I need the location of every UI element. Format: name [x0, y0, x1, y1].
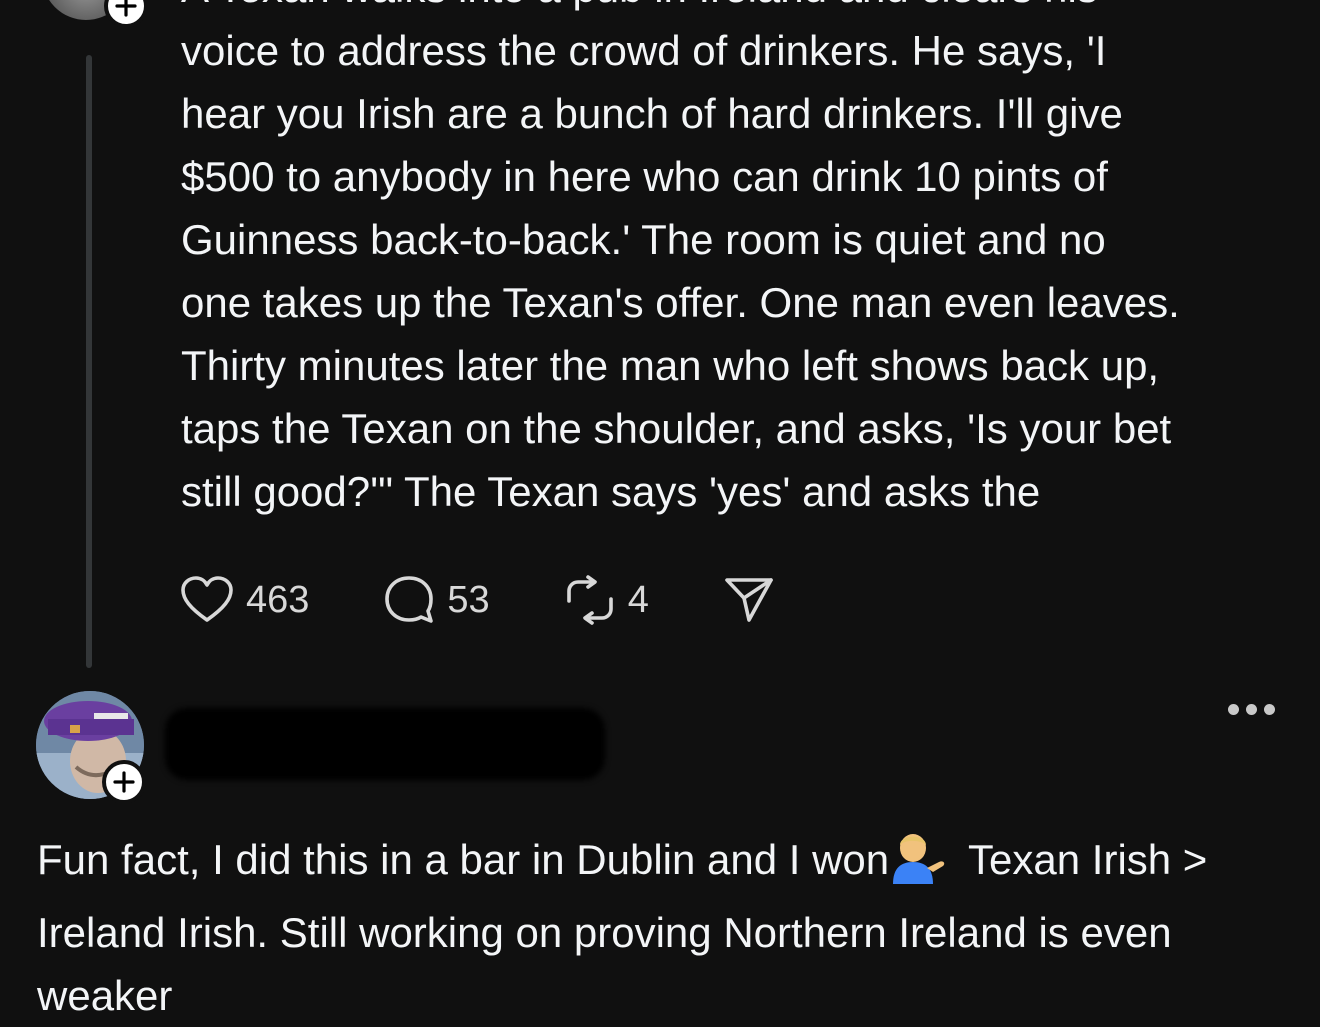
like-button[interactable]: 463: [180, 575, 309, 625]
reply-button[interactable]: 53: [383, 574, 490, 626]
thread-connector-line: [86, 55, 92, 668]
share-button[interactable]: [723, 574, 775, 626]
post-body-text: A Texan walks into a pub in Ireland and …: [181, 0, 1180, 515]
repost-count: 4: [627, 578, 649, 621]
redacted-username: [165, 708, 605, 780]
plus-icon: [113, 771, 135, 793]
reply-count: 53: [447, 578, 490, 621]
post-action-bar: 463 53 4: [180, 572, 849, 628]
person-tipping-hand-emoji-icon: [889, 830, 947, 901]
send-icon: [725, 578, 773, 622]
heart-icon: [181, 576, 233, 622]
reply-body-text: Fun fact, I did this in a bar in Dublin …: [37, 828, 1297, 1027]
repost-button[interactable]: 4: [564, 574, 649, 626]
repost-icon: [566, 575, 613, 625]
follow-plus-button[interactable]: [104, 0, 148, 28]
more-options-icon[interactable]: [1228, 704, 1275, 715]
plus-icon: [115, 0, 137, 17]
comment-icon: [385, 576, 434, 623]
like-count: 463: [246, 578, 310, 621]
reply-text-start: Fun fact, I did this in a bar in Dublin …: [37, 836, 890, 883]
reply-follow-plus-button[interactable]: [102, 760, 146, 804]
